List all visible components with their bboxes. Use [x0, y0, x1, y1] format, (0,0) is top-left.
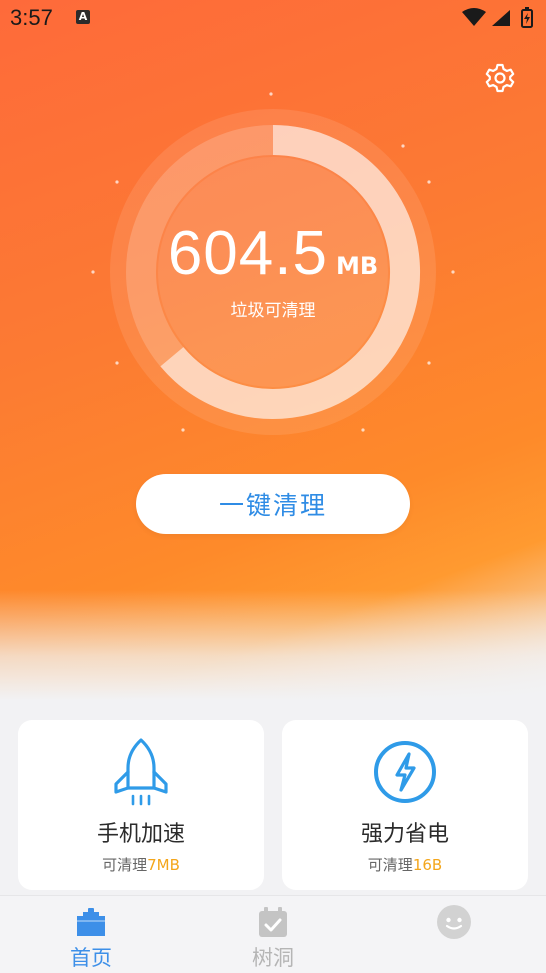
calendar-check-icon — [259, 907, 287, 937]
storage-value-label: 垃圾可清理 — [230, 301, 316, 321]
one-click-clean-button[interactable]: 一键清理 — [136, 474, 410, 534]
card-title: 强力省电 — [360, 822, 449, 847]
signal-icon — [492, 10, 510, 26]
wifi-icon — [462, 8, 486, 26]
card-subtitle: 可清理16B — [367, 856, 443, 874]
status-icons — [462, 7, 533, 28]
storage-value: 604.5 MB — [0, 218, 546, 289]
status-bar: 3:57 A — [0, 0, 546, 38]
card-title: 手机加速 — [96, 822, 185, 847]
avatar-icon — [437, 905, 471, 939]
lightning-icon — [374, 741, 436, 803]
storage-value-unit: MB — [335, 252, 379, 280]
settings-gear-icon[interactable] — [484, 62, 516, 94]
status-time: 3:57 — [10, 5, 53, 30]
tab-label: 树洞 — [252, 946, 294, 970]
rocket-icon — [114, 738, 168, 806]
tab-profile[interactable] — [394, 896, 514, 973]
tab-label: 首页 — [70, 946, 112, 970]
card-subtitle: 可清理7MB — [102, 856, 180, 874]
home-icon — [77, 908, 105, 936]
storage-value-number: 604.5 — [167, 219, 328, 288]
bottom-tab-bar: 首页 树洞 — [0, 895, 546, 973]
tab-tree-hole[interactable]: 树洞 — [213, 896, 333, 973]
card-power-saving[interactable]: 强力省电 可清理16B — [282, 720, 528, 890]
tab-home[interactable]: 首页 — [31, 896, 151, 973]
notification-app-icon: A — [76, 10, 90, 24]
card-phone-speedup[interactable]: 手机加速 可清理7MB — [18, 720, 264, 890]
